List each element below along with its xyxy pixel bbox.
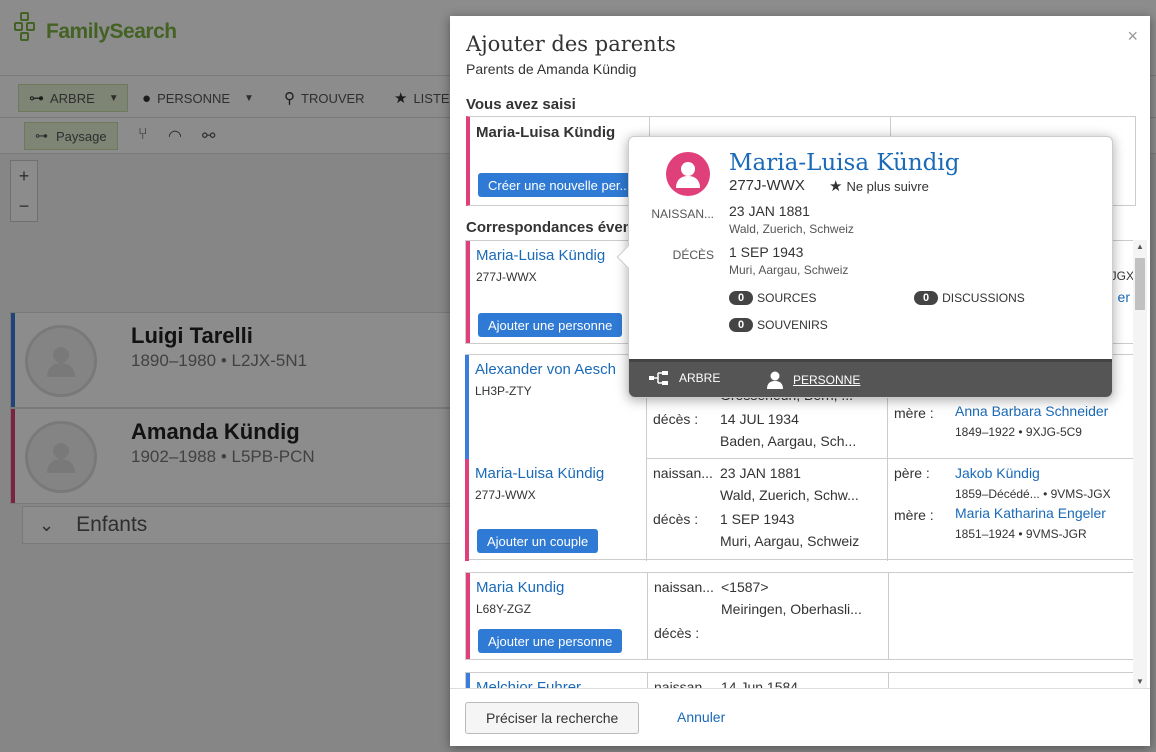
match-relations-cell <box>889 573 1134 659</box>
match-row: Maria Kundig L68Y-ZGZ Ajouter une person… <box>465 572 1135 660</box>
create-new-person-button[interactable]: Créer une nouvelle per... <box>478 173 641 197</box>
mother-name[interactable]: Anna Barbara Schneider <box>955 403 1108 419</box>
person-silhouette-icon <box>676 162 700 188</box>
count-badge: 0 <box>729 291 754 305</box>
matches-scrollbar[interactable]: ▲ ▼ <box>1133 240 1147 688</box>
birth-place: Wald, Zuerich, Schw... <box>720 487 859 503</box>
match-events-cell: naissan... 23 JAN 1881 Wald, Zuerich, Sc… <box>647 459 888 561</box>
popover-person-button[interactable]: PERSONNE <box>767 371 860 389</box>
popover-person-label: PERSONNE <box>793 373 861 387</box>
popover-footer: ARBRE PERSONNE <box>629 359 1112 397</box>
birth-date: 14 Jun 1584 <box>721 679 799 688</box>
death-date: 14 JUL 1934 <box>720 411 799 427</box>
cancel-link[interactable]: Annuler <box>677 709 725 725</box>
entered-person-name: Maria-Luisa Kündig <box>476 124 616 141</box>
scroll-down-icon[interactable]: ▼ <box>1136 677 1144 686</box>
birth-date: 23 JAN 1881 <box>729 203 810 219</box>
mother-label: mère : <box>894 507 934 523</box>
sources-count[interactable]: 0 SOURCES <box>729 291 816 305</box>
birth-place: Wald, Zuerich, Schweiz <box>729 222 854 236</box>
female-avatar-icon <box>666 152 710 196</box>
mother-dates: 1849–1922 • 9XJG-5C9 <box>955 425 1082 439</box>
mother-dates: 1851–1924 • 9VMS-JGR <box>955 527 1087 541</box>
match-person-name[interactable]: Alexander von Aesch <box>475 361 616 378</box>
count-badge: 0 <box>914 291 939 305</box>
death-place: Muri, Aargau, Schweiz <box>729 263 849 277</box>
death-date: 1 SEP 1943 <box>720 511 795 527</box>
unfollow-button[interactable]: ★ Ne plus suivre <box>829 177 929 195</box>
unfollow-label: Ne plus suivre <box>846 178 929 194</box>
entered-section-label: Vous avez saisi <box>466 96 576 113</box>
match-person-name[interactable]: Maria-Luisa Kündig <box>475 465 604 482</box>
match-person-cell: Alexander von Aesch LH3P-ZTY <box>465 355 647 459</box>
father-dates: 1859–Décédé... • 9VMS-JGX <box>955 487 1111 501</box>
dialog-title: Ajouter des parents <box>466 32 676 56</box>
match-person-cell: Melchior Fuhrer <box>466 673 648 688</box>
match-person-id: 277J-WWX <box>476 270 537 284</box>
close-icon[interactable]: × <box>1127 26 1138 47</box>
add-couple-button[interactable]: Ajouter un couple <box>477 529 599 553</box>
match-person-id: L68Y-ZGZ <box>476 602 531 616</box>
mother-label: mère : <box>894 405 934 421</box>
death-label: décès : <box>654 625 700 641</box>
person-icon <box>767 371 783 389</box>
count-badge: 0 <box>729 318 754 332</box>
discussions-label: DISCUSSIONS <box>942 291 1025 305</box>
relation-name-fragment[interactable]: er <box>1118 289 1130 305</box>
discussions-count[interactable]: 0 DISCUSSIONS <box>914 291 1025 305</box>
birth-date: 23 JAN 1881 <box>720 465 801 481</box>
dialog-footer: Préciser la recherche Annuler <box>450 688 1150 746</box>
death-place: Baden, Aargau, Sch... <box>720 433 857 449</box>
birth-place: Meiringen, Oberhasli... <box>721 601 862 617</box>
match-person-id: 277J-WWX <box>475 488 536 502</box>
match-events-cell: naissan... <1587> Meiringen, Oberhasli..… <box>648 573 889 659</box>
relation-id-fragment: JGX <box>1110 269 1134 283</box>
death-label: décès : <box>653 411 699 427</box>
match-person-name[interactable]: Maria-Luisa Kündig <box>476 247 605 264</box>
death-label: décès : <box>653 511 699 527</box>
father-name[interactable]: Jakob Kündig <box>955 465 1040 481</box>
birth-date: <1587> <box>721 579 769 595</box>
person-popover: Maria-Luisa Kündig 277J-WWX ★ Ne plus su… <box>616 136 1113 398</box>
add-person-button[interactable]: Ajouter une personne <box>478 313 623 337</box>
death-place: Muri, Aargau, Schweiz <box>720 533 860 549</box>
memories-count[interactable]: 0 SOUVENIRS <box>729 318 828 332</box>
match-relations-cell: père : Jakob Kündig 1859–Décédé... • 9VM… <box>888 459 1135 561</box>
mother-name[interactable]: Maria Katharina Engeler <box>955 505 1106 521</box>
popover-tree-label: ARBRE <box>679 371 721 385</box>
dialog-subtitle: Parents de Amanda Kündig <box>466 61 637 77</box>
add-person-button[interactable]: Ajouter une personne <box>478 629 623 653</box>
match-person-cell: Maria-Luisa Kündig 277J-WWX Ajouter un c… <box>465 459 647 561</box>
refine-search-button[interactable]: Préciser la recherche <box>465 702 640 734</box>
death-label: DÉCÈS <box>672 248 714 262</box>
star-icon: ★ <box>829 178 843 195</box>
father-label: père : <box>894 465 930 481</box>
entered-person-cell: Maria-Luisa Kündig Créer une nouvelle pe… <box>470 117 650 205</box>
match-person-cell: Maria Kundig L68Y-ZGZ Ajouter une person… <box>466 573 648 659</box>
birth-label: naissan... <box>653 465 713 481</box>
sources-label: SOURCES <box>757 291 817 305</box>
memories-label: SOUVENIRS <box>757 318 828 332</box>
popover-tree-button[interactable]: ARBRE <box>649 371 720 385</box>
match-relations-cell <box>889 673 1134 688</box>
match-person-name[interactable]: Melchior Fuhrer <box>476 679 581 688</box>
birth-label: naissan... <box>654 679 714 688</box>
tree-icon <box>649 371 668 385</box>
birth-label: NAISSAN... <box>651 207 714 221</box>
match-events-cell: naissan... 14 Jun 1584 <box>648 673 889 688</box>
match-row: Melchior Fuhrer naissan... 14 Jun 1584 <box>465 672 1135 688</box>
popover-person-name[interactable]: Maria-Luisa Kündig <box>729 150 959 176</box>
match-person-id: LH3P-ZTY <box>475 384 532 398</box>
scrollbar-thumb[interactable] <box>1135 258 1145 310</box>
birth-label: naissan... <box>654 579 714 595</box>
popover-person-id: 277J-WWX <box>729 177 805 194</box>
death-date: 1 SEP 1943 <box>729 244 804 260</box>
match-person-name[interactable]: Maria Kundig <box>476 579 564 596</box>
scroll-up-icon[interactable]: ▲ <box>1136 242 1144 251</box>
